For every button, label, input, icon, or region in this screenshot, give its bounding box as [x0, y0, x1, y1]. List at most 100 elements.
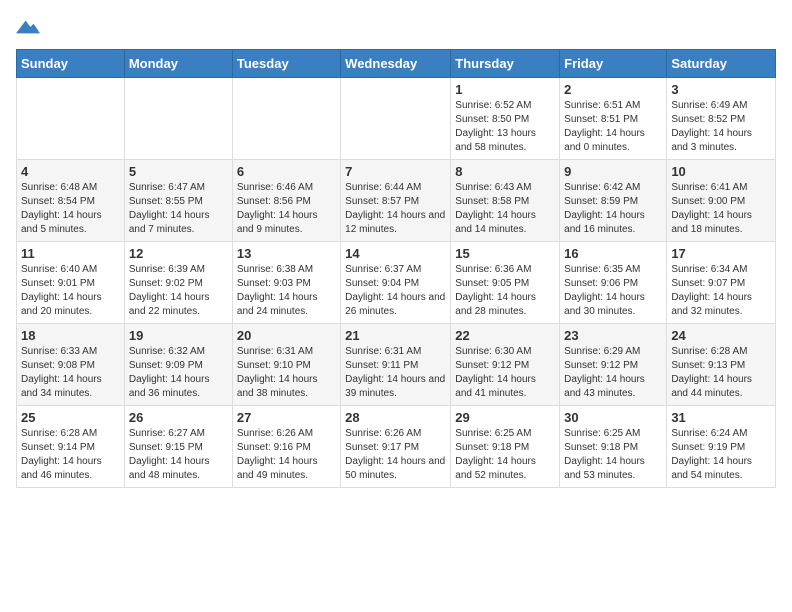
day-info: Sunrise: 6:26 AM Sunset: 9:16 PM Dayligh…	[237, 427, 336, 483]
day-info: Sunrise: 6:24 AM Sunset: 9:19 PM Dayligh…	[671, 427, 771, 483]
calendar-cell: 29Sunrise: 6:25 AM Sunset: 9:18 PM Dayli…	[451, 406, 560, 488]
calendar-cell: 16Sunrise: 6:35 AM Sunset: 9:06 PM Dayli…	[560, 242, 667, 324]
calendar-week-row: 11 Sunrise: 6:40 AM Sunset: 9:01 PM Dayli…	[17, 242, 776, 324]
day-number: 25	[21, 410, 120, 425]
day-number: 10	[671, 164, 771, 179]
calendar-cell: 8 Sunrise: 6:43 AM Sunset: 8:58 PM Daylig…	[451, 160, 560, 242]
day-number: 1	[455, 82, 555, 97]
day-of-week-header: Monday	[124, 50, 232, 78]
day-number: 22	[455, 328, 555, 343]
day-info: Sunrise: 6:28 AM Sunset: 9:13 PM Dayligh…	[671, 345, 771, 401]
day-number: 3	[671, 82, 771, 97]
day-number: 19	[129, 328, 228, 343]
day-info: Sunrise: 6:47 AM Sunset: 8:55 PM Dayligh…	[129, 181, 228, 237]
day-number: 2	[564, 82, 662, 97]
day-of-week-header: Friday	[560, 50, 667, 78]
day-info: Sunrise: 6:43 AM Sunset: 8:58 PM Dayligh…	[455, 181, 555, 237]
day-info: Sunrise: 6:27 AM Sunset: 9:15 PM Dayligh…	[129, 427, 228, 483]
calendar-cell: 28 Sunrise: 6:26 AM Sunset: 9:17 PM Dayli…	[341, 406, 451, 488]
day-info: Sunrise: 6:52 AM Sunset: 8:50 PM Dayligh…	[455, 99, 555, 155]
day-info: Sunrise: 6:31 AM Sunset: 9:11 PM Dayligh…	[345, 345, 446, 401]
day-info: Sunrise: 6:36 AM Sunset: 9:05 PM Dayligh…	[455, 263, 555, 319]
calendar-cell: 6Sunrise: 6:46 AM Sunset: 8:56 PM Daylig…	[232, 160, 340, 242]
day-info: Sunrise: 6:49 AM Sunset: 8:52 PM Dayligh…	[671, 99, 771, 155]
calendar-cell: 27 Sunrise: 6:26 AM Sunset: 9:16 PM Dayli…	[232, 406, 340, 488]
day-info: Sunrise: 6:29 AM Sunset: 9:12 PM Dayligh…	[564, 345, 662, 401]
day-number: 17	[671, 246, 771, 261]
day-of-week-header: Tuesday	[232, 50, 340, 78]
day-number: 18	[21, 328, 120, 343]
day-number: 24	[671, 328, 771, 343]
day-number: 9	[564, 164, 662, 179]
day-number: 20	[237, 328, 336, 343]
calendar-cell: 9 Sunrise: 6:42 AM Sunset: 8:59 PM Daylig…	[560, 160, 667, 242]
calendar-week-row: 18 Sunrise: 6:33 AM Sunset: 9:08 PM Dayli…	[17, 324, 776, 406]
calendar-cell: 1 Sunrise: 6:52 AM Sunset: 8:50 PM Daylig…	[451, 78, 560, 160]
day-number: 13	[237, 246, 336, 261]
day-number: 28	[345, 410, 446, 425]
day-number: 30	[564, 410, 662, 425]
day-number: 15	[455, 246, 555, 261]
day-info: Sunrise: 6:40 AM Sunset: 9:01 PM Dayligh…	[21, 263, 120, 319]
calendar-cell	[17, 78, 125, 160]
calendar-week-row: 1 Sunrise: 6:52 AM Sunset: 8:50 PM Daylig…	[17, 78, 776, 160]
calendar-cell: 30Sunrise: 6:25 AM Sunset: 9:18 PM Dayli…	[560, 406, 667, 488]
calendar-cell	[232, 78, 340, 160]
days-header-row: SundayMondayTuesdayWednesdayThursdayFrid…	[17, 50, 776, 78]
day-number: 7	[345, 164, 446, 179]
day-info: Sunrise: 6:48 AM Sunset: 8:54 PM Dayligh…	[21, 181, 120, 237]
day-of-week-header: Saturday	[667, 50, 776, 78]
day-info: Sunrise: 6:32 AM Sunset: 9:09 PM Dayligh…	[129, 345, 228, 401]
calendar-cell: 10 Sunrise: 6:41 AM Sunset: 9:00 PM Dayli…	[667, 160, 776, 242]
day-of-week-header: Wednesday	[341, 50, 451, 78]
calendar-cell: 22 Sunrise: 6:30 AM Sunset: 9:12 PM Dayli…	[451, 324, 560, 406]
day-number: 8	[455, 164, 555, 179]
day-number: 21	[345, 328, 446, 343]
day-info: Sunrise: 6:51 AM Sunset: 8:51 PM Dayligh…	[564, 99, 662, 155]
calendar-cell: 26 Sunrise: 6:27 AM Sunset: 9:15 PM Dayli…	[124, 406, 232, 488]
calendar-cell: 23 Sunrise: 6:29 AM Sunset: 9:12 PM Dayli…	[560, 324, 667, 406]
day-info: Sunrise: 6:28 AM Sunset: 9:14 PM Dayligh…	[21, 427, 120, 483]
calendar-cell: 12Sunrise: 6:39 AM Sunset: 9:02 PM Dayli…	[124, 242, 232, 324]
calendar-cell: 17 Sunrise: 6:34 AM Sunset: 9:07 PM Dayli…	[667, 242, 776, 324]
calendar-cell: 19 Sunrise: 6:32 AM Sunset: 9:09 PM Dayli…	[124, 324, 232, 406]
calendar-cell: 21 Sunrise: 6:31 AM Sunset: 9:11 PM Dayli…	[341, 324, 451, 406]
calendar-cell: 20Sunrise: 6:31 AM Sunset: 9:10 PM Dayli…	[232, 324, 340, 406]
day-number: 29	[455, 410, 555, 425]
day-number: 26	[129, 410, 228, 425]
day-of-week-header: Thursday	[451, 50, 560, 78]
day-info: Sunrise: 6:34 AM Sunset: 9:07 PM Dayligh…	[671, 263, 771, 319]
calendar-cell: 15 Sunrise: 6:36 AM Sunset: 9:05 PM Dayli…	[451, 242, 560, 324]
calendar-cell	[124, 78, 232, 160]
day-info: Sunrise: 6:46 AM Sunset: 8:56 PM Dayligh…	[237, 181, 336, 237]
logo-icon	[16, 17, 40, 37]
day-info: Sunrise: 6:33 AM Sunset: 9:08 PM Dayligh…	[21, 345, 120, 401]
calendar-cell: 25 Sunrise: 6:28 AM Sunset: 9:14 PM Dayli…	[17, 406, 125, 488]
calendar-cell: 13Sunrise: 6:38 AM Sunset: 9:03 PM Dayli…	[232, 242, 340, 324]
calendar-cell: 2 Sunrise: 6:51 AM Sunset: 8:51 PM Daylig…	[560, 78, 667, 160]
day-number: 14	[345, 246, 446, 261]
calendar-cell: 5 Sunrise: 6:47 AM Sunset: 8:55 PM Daylig…	[124, 160, 232, 242]
logo	[16, 16, 44, 37]
calendar-cell: 14Sunrise: 6:37 AM Sunset: 9:04 PM Dayli…	[341, 242, 451, 324]
day-info: Sunrise: 6:44 AM Sunset: 8:57 PM Dayligh…	[345, 181, 446, 237]
day-number: 27	[237, 410, 336, 425]
day-info: Sunrise: 6:41 AM Sunset: 9:00 PM Dayligh…	[671, 181, 771, 237]
calendar: SundayMondayTuesdayWednesdayThursdayFrid…	[16, 49, 776, 488]
day-info: Sunrise: 6:26 AM Sunset: 9:17 PM Dayligh…	[345, 427, 446, 483]
day-of-week-header: Sunday	[17, 50, 125, 78]
calendar-week-row: 25 Sunrise: 6:28 AM Sunset: 9:14 PM Dayli…	[17, 406, 776, 488]
calendar-cell: 11 Sunrise: 6:40 AM Sunset: 9:01 PM Dayli…	[17, 242, 125, 324]
day-info: Sunrise: 6:30 AM Sunset: 9:12 PM Dayligh…	[455, 345, 555, 401]
calendar-cell	[341, 78, 451, 160]
day-info: Sunrise: 6:35 AM Sunset: 9:06 PM Dayligh…	[564, 263, 662, 319]
day-number: 5	[129, 164, 228, 179]
calendar-cell: 4 Sunrise: 6:48 AM Sunset: 8:54 PM Daylig…	[17, 160, 125, 242]
day-number: 11	[21, 246, 120, 261]
calendar-cell: 18 Sunrise: 6:33 AM Sunset: 9:08 PM Dayli…	[17, 324, 125, 406]
day-number: 4	[21, 164, 120, 179]
day-number: 23	[564, 328, 662, 343]
calendar-cell: 3 Sunrise: 6:49 AM Sunset: 8:52 PM Daylig…	[667, 78, 776, 160]
page-header	[16, 16, 776, 37]
day-info: Sunrise: 6:42 AM Sunset: 8:59 PM Dayligh…	[564, 181, 662, 237]
